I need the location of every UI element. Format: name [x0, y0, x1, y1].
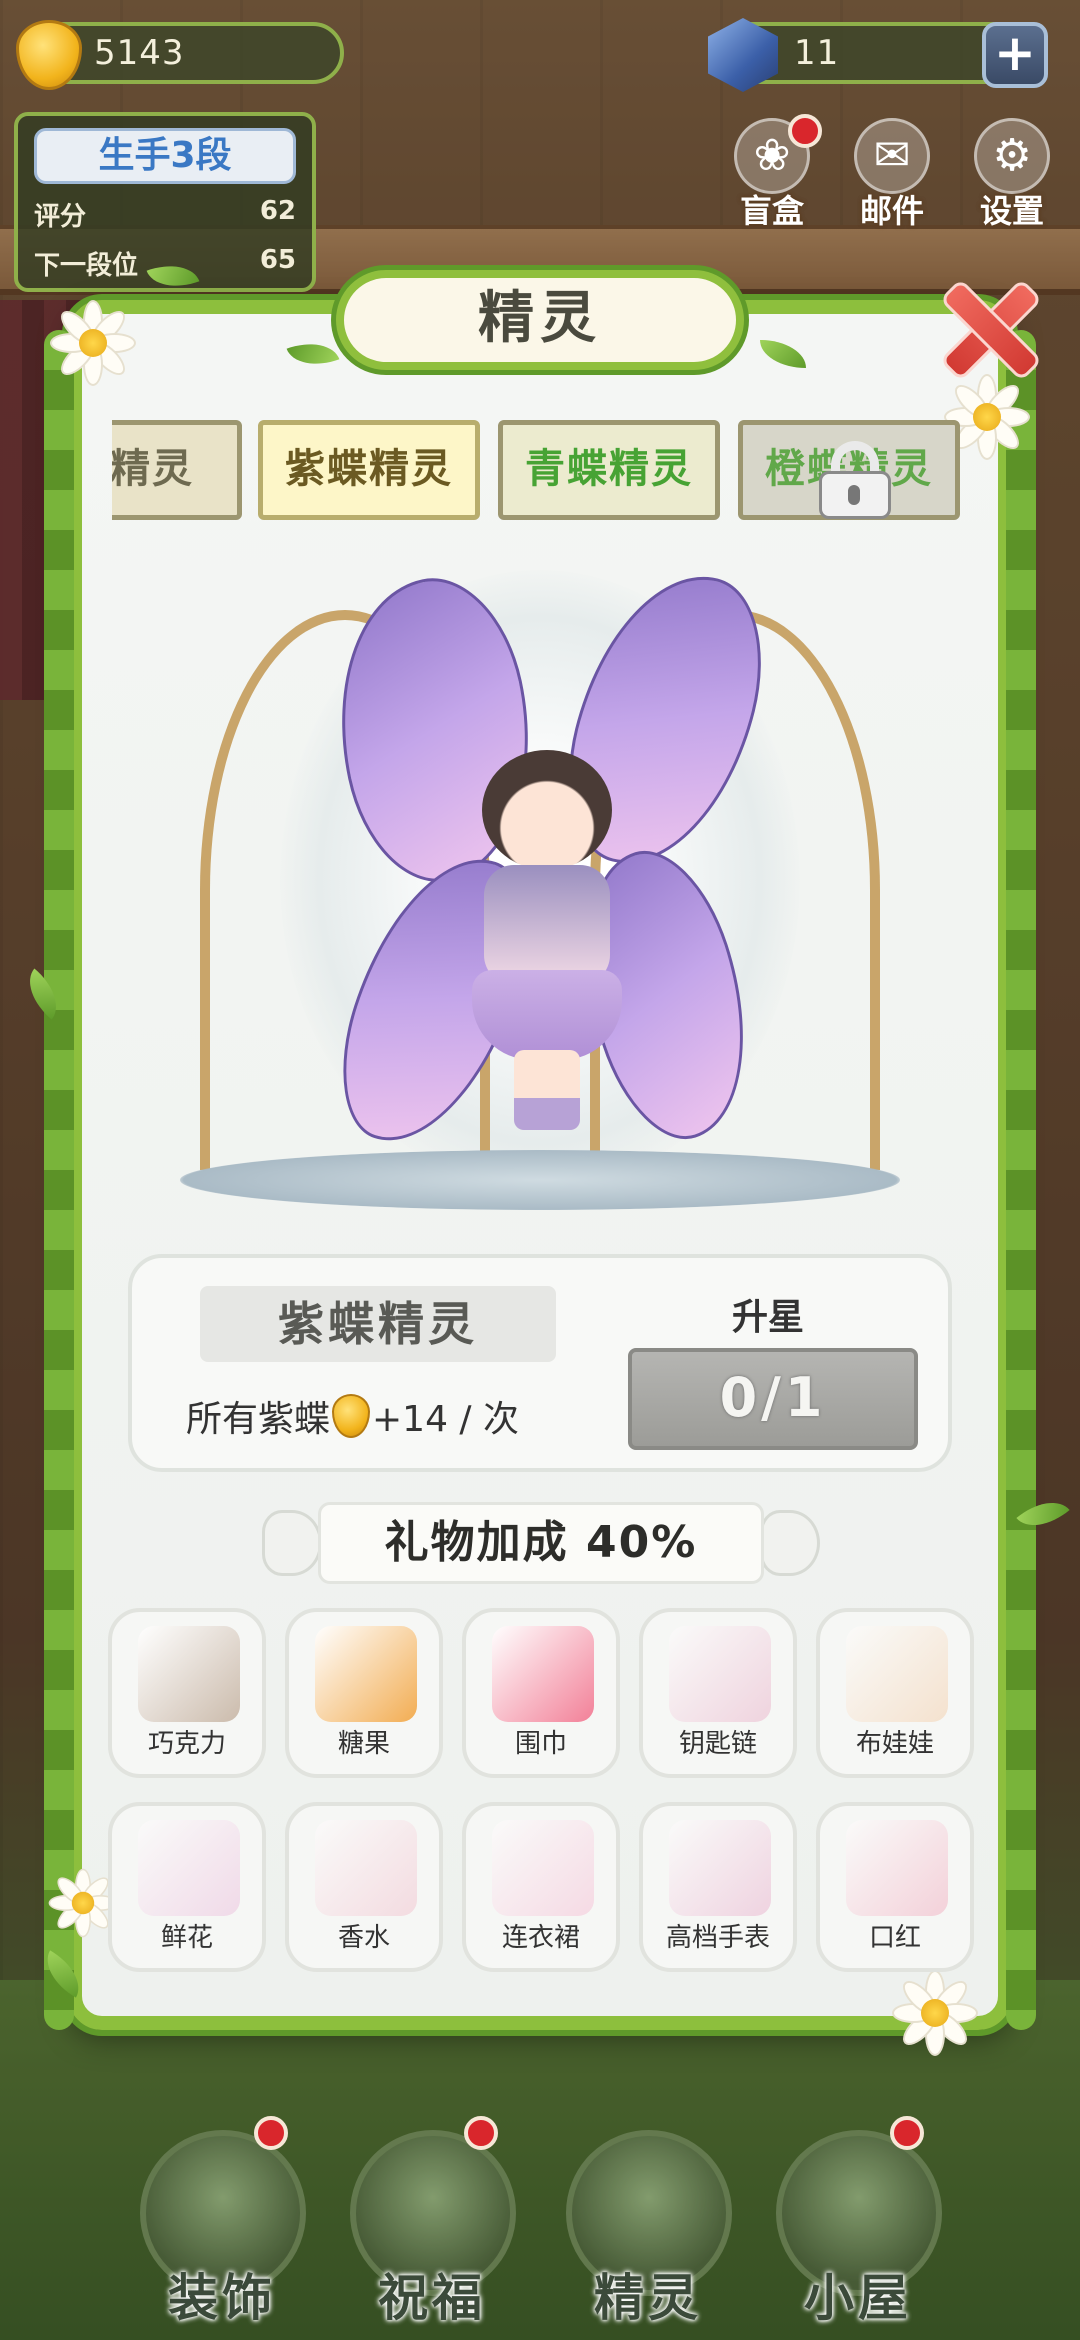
notification-badge	[254, 2116, 288, 2150]
gift-name: 钥匙链	[678, 1729, 757, 1759]
banner-wing-left	[262, 1510, 322, 1576]
gift-name: 连衣裙	[501, 1923, 580, 1953]
bonus-suffix: +14 / 次	[372, 1399, 520, 1440]
vine-decoration-left	[44, 330, 74, 2030]
vine-decoration-right	[1006, 330, 1036, 2030]
nav-blessing-label: 祝福	[378, 2269, 486, 2327]
close-button[interactable]	[932, 272, 1042, 382]
daisy-icon	[50, 300, 136, 386]
gift-item[interactable]: 巧克力	[108, 1608, 266, 1778]
tab-orange-butterfly-fairy[interactable]: 橙蝶精灵	[738, 420, 960, 520]
gift-name: 布娃娃	[855, 1729, 934, 1759]
gift-item[interactable]: 钥匙链	[639, 1608, 797, 1778]
notification-badge	[464, 2116, 498, 2150]
character-platform	[180, 1150, 900, 1210]
notification-badge	[890, 2116, 924, 2150]
fairy-character-display	[160, 550, 920, 1240]
mail-icon: ✉	[854, 118, 930, 194]
fairy-bonus: 所有紫蝶 +14 / 次	[186, 1390, 519, 1442]
rank-next-value: 65	[259, 245, 296, 275]
nav-decoration-label: 装饰	[168, 2269, 276, 2327]
rank-score-value: 62	[259, 196, 296, 226]
gift-item[interactable]: 布娃娃	[816, 1608, 974, 1778]
gift-item[interactable]: 鲜花	[108, 1802, 266, 1972]
add-gems-button[interactable]: +	[982, 22, 1048, 88]
nav-fairy[interactable]: 精灵	[558, 2130, 738, 2330]
gift-item[interactable]: 高档手表	[639, 1802, 797, 1972]
chocolate-icon	[138, 1626, 240, 1722]
candy-jar-icon	[315, 1626, 417, 1722]
daisy-icon	[892, 1970, 978, 2056]
perfume-icon	[315, 1820, 417, 1916]
nav-decoration[interactable]: 装饰	[132, 2116, 312, 2330]
flower-bouquet-icon	[138, 1820, 240, 1916]
gift-item[interactable]: 围巾	[462, 1608, 620, 1778]
gift-item[interactable]: 香水	[285, 1802, 443, 1972]
blind-box-button[interactable]: ❀ 盲盒	[722, 114, 822, 232]
upgrade-star-label: 升星	[732, 1297, 805, 1338]
keychain-icon	[669, 1626, 771, 1722]
banner-wing-right	[760, 1510, 820, 1576]
gift-item[interactable]: 口红	[816, 1802, 974, 1972]
rank-panel[interactable]: 生手3段 评分 62 下一段位 65	[14, 112, 316, 292]
coin-drop-icon	[332, 1394, 371, 1438]
gift-item[interactable]: 糖果	[285, 1608, 443, 1778]
nav-cottage[interactable]: 小屋	[768, 2116, 948, 2330]
gem-value: 11	[794, 33, 840, 73]
notification-badge	[788, 114, 822, 148]
dress-icon	[492, 1820, 594, 1916]
gift-name: 巧克力	[147, 1729, 226, 1759]
purple-butterfly-fairy-icon	[462, 750, 632, 1130]
tab-purple-butterfly-fairy[interactable]: 紫蝶精灵	[258, 420, 480, 520]
coin-value: 5143	[94, 33, 185, 73]
watch-icon	[669, 1820, 771, 1916]
nav-blessing[interactable]: 祝福	[342, 2116, 522, 2330]
upgrade-star-button[interactable]: 0/1	[628, 1348, 918, 1450]
nav-cottage-label: 小屋	[804, 2269, 912, 2327]
rank-score-row: 评分 62	[34, 196, 296, 233]
gear-icon: ⚙	[974, 118, 1050, 194]
doll-icon	[846, 1626, 948, 1722]
lipstick-icon	[846, 1820, 948, 1916]
gift-name: 口红	[868, 1923, 921, 1953]
gift-name: 香水	[337, 1923, 390, 1953]
gift-name: 鲜花	[160, 1923, 213, 1953]
modal-title: 精灵	[336, 270, 744, 370]
gift-item[interactable]: 连衣裙	[462, 1802, 620, 1972]
gift-name: 高档手表	[665, 1923, 770, 1953]
tab-cyan-butterfly-fairy[interactable]: 青蝶精灵	[498, 420, 720, 520]
gift-bonus-banner: 礼物加成 40%	[318, 1502, 764, 1584]
nav-fairy-label: 精灵	[594, 2269, 702, 2327]
settings-label: 设置	[979, 192, 1044, 230]
rank-score-label: 评分	[34, 202, 87, 232]
rank-next-label: 下一段位	[34, 251, 139, 281]
tab-butterfly-fairy[interactable]: 蝶精灵	[112, 420, 242, 520]
fairy-tabs: 蝶精灵 紫蝶精灵 青蝶精灵 橙蝶精灵	[112, 420, 968, 524]
mail-label: 邮件	[859, 192, 924, 230]
blind-box-label: 盲盒	[739, 192, 804, 230]
bonus-prefix: 所有紫蝶	[186, 1399, 331, 1440]
settings-button[interactable]: ⚙ 设置	[962, 118, 1062, 232]
gift-name: 糖果	[337, 1729, 390, 1759]
fairy-info-card: 紫蝶精灵 所有紫蝶 +14 / 次 升星 0/1	[128, 1254, 952, 1472]
scarf-icon	[492, 1626, 594, 1722]
fairy-name: 紫蝶精灵	[200, 1286, 556, 1362]
rank-title: 生手3段	[34, 128, 296, 184]
gift-name: 围巾	[514, 1729, 567, 1759]
coin-counter: 5143	[16, 20, 344, 90]
mail-button[interactable]: ✉ 邮件	[842, 118, 942, 232]
lock-icon	[815, 441, 895, 519]
gem-counter: 11 +	[708, 18, 1048, 92]
